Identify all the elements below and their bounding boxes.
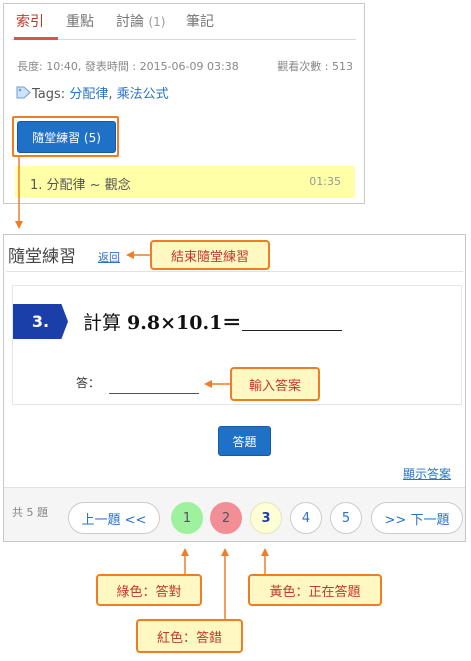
tags-row: Tags: 分配律, 乘法公式 bbox=[16, 83, 169, 102]
tab-label: 筆記 bbox=[186, 14, 214, 30]
quiz-title: 隨堂練習 bbox=[8, 247, 76, 267]
tab-discussion[interactable]: 討論 (1) bbox=[116, 11, 165, 31]
callout-green-correct: 綠色：答對 bbox=[96, 574, 202, 606]
tab-notes[interactable]: 筆記 bbox=[186, 11, 214, 31]
callout-end-practice: 結束隨堂練習 bbox=[150, 240, 270, 270]
tag-icon bbox=[16, 86, 31, 99]
tags-label: Tags: bbox=[32, 87, 66, 102]
tab-label: 重點 bbox=[66, 14, 94, 30]
tag-link[interactable]: 分配律 bbox=[69, 87, 108, 102]
callout-yellow-current: 黃色：正在答題 bbox=[248, 574, 382, 606]
question-blank bbox=[242, 313, 343, 331]
callout-red-wrong: 紅色：答錯 bbox=[136, 619, 243, 653]
video-info-panel: 索引 重點 討論 (1) 筆記 長度: 10:40, 發表時間 : 2015-0… bbox=[3, 3, 365, 204]
tag-link[interactable]: 乘法公式 bbox=[117, 87, 169, 102]
chapter-label: 1. 分配律 ~ 觀念 bbox=[30, 178, 131, 193]
next-question-button[interactable]: >> 下一題 bbox=[371, 502, 463, 534]
question-prefix: 計算 bbox=[83, 312, 128, 334]
tab-label: 索引 bbox=[16, 14, 44, 30]
view-count: 觀看次數 : 513 bbox=[277, 60, 353, 73]
question-total: 共 5 題 bbox=[12, 506, 48, 519]
page-button-wrong[interactable]: 2 bbox=[210, 502, 242, 534]
answer-label: 答： bbox=[76, 376, 101, 390]
submit-answer-button[interactable]: 答題 bbox=[218, 426, 271, 456]
practice-button-highlight bbox=[12, 116, 119, 157]
question-number-badge: 3. bbox=[13, 304, 68, 339]
page-button[interactable]: 4 bbox=[290, 502, 322, 534]
chapter-item[interactable]: 1. 分配律 ~ 觀念 01:35 bbox=[15, 166, 355, 198]
question-expression: 9.8×10.1＝ bbox=[127, 312, 242, 334]
callout-input-answer: 輸入答案 bbox=[230, 367, 320, 401]
active-tab-indicator bbox=[14, 37, 58, 40]
back-link[interactable]: 返回 bbox=[98, 249, 120, 265]
divider bbox=[6, 271, 463, 272]
prev-question-button[interactable]: 上一題 << bbox=[68, 502, 160, 534]
tab-index[interactable]: 索引 bbox=[16, 11, 44, 31]
video-length-date: 長度: 10:40, 發表時間 : 2015-06-09 03:38 bbox=[17, 60, 239, 73]
page-button-current[interactable]: 3 bbox=[250, 502, 282, 534]
show-answer-link[interactable]: 顯示答案 bbox=[403, 465, 451, 482]
tab-count: (1) bbox=[148, 15, 166, 29]
answer-input[interactable] bbox=[109, 375, 199, 394]
page-button-correct[interactable]: 1 bbox=[171, 502, 203, 534]
page-button[interactable]: 5 bbox=[330, 502, 362, 534]
tab-bar: 索引 重點 討論 (1) 筆記 bbox=[12, 4, 356, 40]
tab-label: 討論 bbox=[116, 14, 144, 30]
video-meta: 長度: 10:40, 發表時間 : 2015-06-09 03:38 觀看次數 … bbox=[17, 58, 353, 74]
question-text: 計算 9.8×10.1＝ bbox=[83, 308, 343, 335]
tab-highlights[interactable]: 重點 bbox=[66, 11, 94, 31]
tag-separator: , bbox=[108, 87, 117, 102]
question-pager: 共 5 題 上一題 << 1 2 3 4 5 >> 下一題 bbox=[4, 487, 465, 541]
chapter-time: 01:35 bbox=[309, 175, 341, 188]
